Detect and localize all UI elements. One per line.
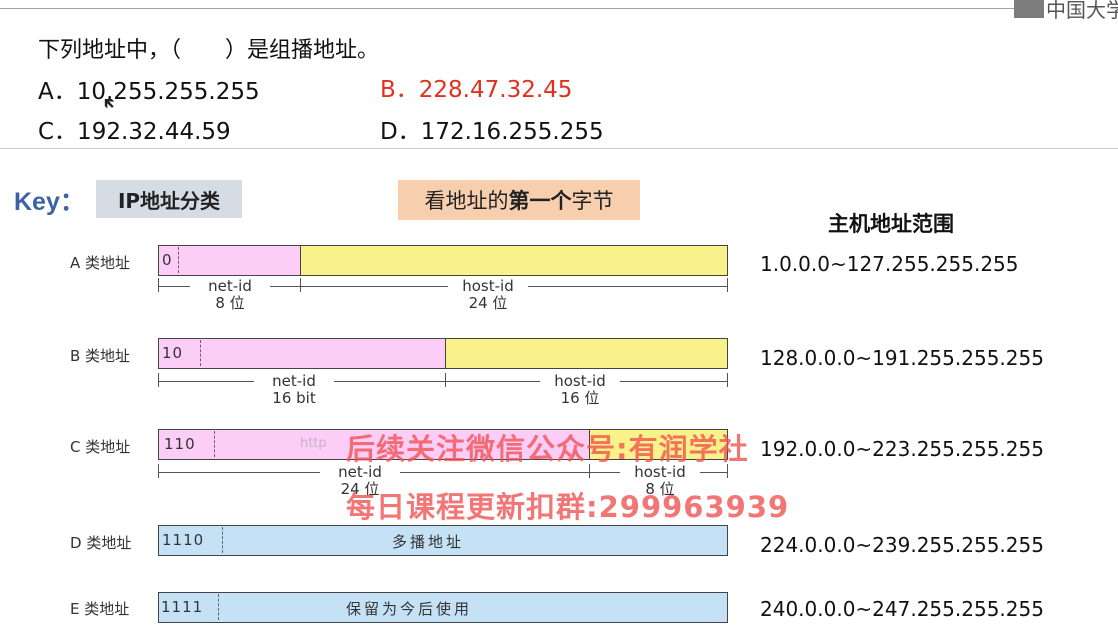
class-b-host-label: host-id (554, 372, 606, 390)
class-a-tick-mid (300, 278, 301, 292)
class-b-tick-right (727, 373, 728, 387)
ip-class-badge: IP地址分类 (96, 180, 242, 218)
class-a-host-bar (300, 245, 728, 276)
class-b-host-size: 16 位 (560, 389, 600, 407)
host-range-title: 主机地址范围 (828, 212, 954, 236)
class-a-net-size: 8 位 (215, 294, 245, 312)
watermark-line-2: 每日课程更新扣群:299963939 (346, 490, 790, 524)
class-d-bit-divider (222, 527, 223, 553)
key-label: Key： (14, 188, 85, 216)
class-d-bits: 1110 (162, 531, 205, 549)
option-b-answer: B．228.47.32.45 (380, 77, 573, 103)
class-b-host-bar (445, 338, 728, 369)
class-a-net-label: net-id (208, 277, 252, 295)
class-b-net-dim: net-id 16 bit (254, 373, 334, 407)
class-e-label: E 类地址 (70, 600, 130, 618)
class-b-net-size: 16 bit (272, 389, 316, 407)
mouse-cursor-icon: 🡼 (104, 94, 116, 113)
class-c-label: C 类地址 (70, 438, 131, 456)
class-a-bits: 0 (162, 251, 173, 269)
option-d: D．172.16.255.255 (380, 119, 604, 145)
top-rule (0, 8, 1040, 9)
class-a-bit-divider (178, 247, 179, 273)
class-e-body: 保留为今后使用 (346, 600, 473, 618)
class-c-range: 192.0.0.0~223.255.255.255 (760, 437, 1044, 461)
class-a-range: 1.0.0.0~127.255.255.255 (760, 252, 1019, 276)
class-b-tick-mid (445, 373, 446, 387)
first-byte-hint: 看地址的 第一个 字节 (398, 180, 640, 220)
class-b-label: B 类地址 (70, 347, 131, 365)
class-b-tick-left (158, 373, 159, 387)
class-a-tick-left (158, 278, 159, 292)
class-b-dim-line (158, 381, 728, 382)
class-b-host-dim: host-id 16 位 (540, 373, 620, 407)
class-a-net-dim: net-id 8 位 (190, 278, 270, 312)
class-b-bit-divider (200, 340, 201, 366)
class-b-range: 128.0.0.0~191.255.255.255 (760, 346, 1044, 370)
hint-bold: 第一个 (508, 189, 572, 213)
class-a-label: A 类地址 (70, 254, 131, 272)
hint-suffix: 字节 (571, 189, 614, 213)
class-b-net-bar (158, 338, 446, 369)
class-c-bits: 110 (164, 435, 196, 453)
logo-text: 中国大学 (1046, 0, 1118, 22)
class-e-bits: 1111 (161, 598, 204, 616)
hint-prefix: 看地址的 (424, 189, 509, 213)
class-d-label: D 类地址 (70, 534, 132, 552)
class-e-bit-divider (218, 594, 219, 620)
class-c-bit-divider (214, 431, 215, 457)
class-a-tick-right (727, 278, 728, 292)
question-text: 下列地址中，（ ）是组播地址。 (38, 38, 380, 63)
class-b-bits: 10 (162, 344, 184, 362)
class-a-net-bar (158, 245, 301, 276)
class-a-host-dim: host-id 24 位 (448, 278, 528, 312)
class-d-body: 多播地址 (392, 533, 465, 551)
class-a-host-label: host-id (462, 277, 514, 295)
option-c: C．192.32.44.59 (38, 119, 231, 145)
class-e-range: 240.0.0.0~247.255.255.255 (760, 597, 1044, 621)
watermark-line-1: 后续关注微信公众号:有润学社 (346, 432, 749, 466)
faint-watermark: http (300, 436, 327, 451)
section-divider (0, 148, 1118, 149)
class-b-net-label: net-id (272, 372, 316, 390)
option-a: A．10.255.255.255 (38, 79, 260, 105)
class-a-host-size: 24 位 (468, 294, 508, 312)
logo-icon (1014, 0, 1044, 18)
class-d-range: 224.0.0.0~239.255.255.255 (760, 533, 1044, 557)
class-c-tick-left (158, 464, 159, 478)
